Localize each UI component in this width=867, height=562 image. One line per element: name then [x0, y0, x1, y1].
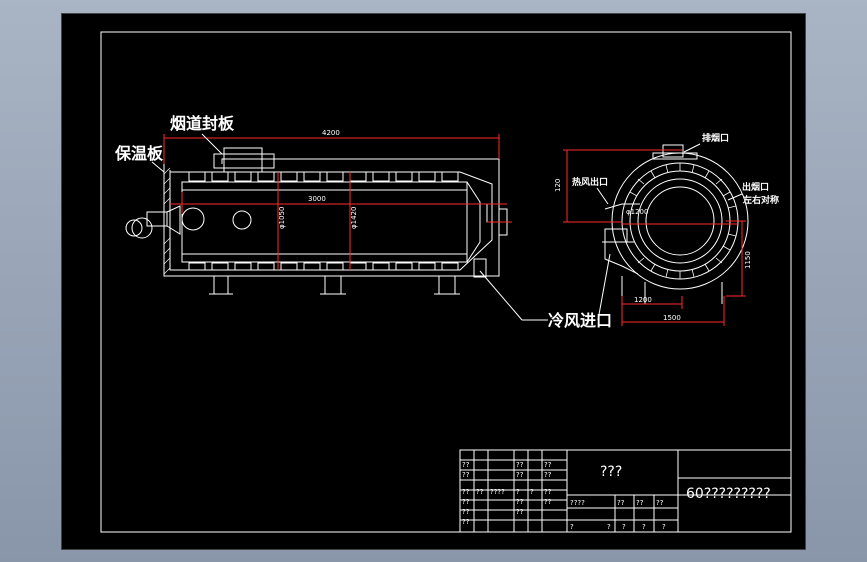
svg-text:??: ??: [516, 461, 524, 469]
svg-text:??: ??: [516, 498, 524, 506]
dim-4200: 4200: [322, 129, 340, 137]
label-flue-cover: 烟道封板: [170, 114, 235, 133]
svg-text:?: ?: [607, 523, 611, 531]
svg-text:?: ?: [622, 523, 626, 531]
svg-text:??: ??: [656, 499, 664, 507]
label-hot-air-outlet: 热风出口: [572, 176, 608, 188]
svg-text:??: ??: [544, 471, 552, 479]
svg-text:??: ??: [462, 508, 470, 516]
label-insulation: 保温板: [114, 144, 164, 163]
svg-text:??: ??: [462, 488, 470, 496]
svg-text:??: ??: [462, 471, 470, 479]
inner-frame: [100, 31, 792, 533]
svg-text:??: ??: [462, 498, 470, 506]
svg-text:?: ?: [516, 488, 520, 496]
svg-text:??: ??: [462, 518, 470, 526]
svg-text:????: ????: [570, 499, 585, 507]
label-symmetric: 左右对称: [742, 194, 779, 206]
title-block-drawing-title: ???: [600, 464, 622, 480]
dim-dia-1420: φ1420: [350, 207, 358, 229]
svg-text:??: ??: [544, 498, 552, 506]
cad-drawing: 4200 3000 φ1050 φ1420 烟道封板 保温板 冷风进口 120 …: [100, 31, 792, 533]
svg-text:??: ??: [516, 508, 524, 516]
title-block-drawing-number: 60?????????: [686, 486, 771, 502]
dim-dia-1050: φ1050: [278, 207, 286, 229]
dim-dia-1200: φ1200: [626, 208, 648, 216]
svg-text:??: ??: [617, 499, 625, 507]
dim-120: 120: [554, 179, 562, 192]
svg-text:??: ??: [544, 488, 552, 496]
svg-text:??: ??: [636, 499, 644, 507]
svg-text:?: ?: [570, 523, 574, 531]
svg-text:????: ????: [490, 488, 505, 496]
svg-text:??: ??: [516, 471, 524, 479]
svg-text:??: ??: [544, 461, 552, 469]
dim-1150: 1150: [744, 251, 752, 269]
svg-text:??: ??: [462, 461, 470, 469]
svg-text:?: ?: [662, 523, 666, 531]
label-smoke-outlet: 出烟口: [742, 181, 769, 193]
side-view: [125, 147, 508, 295]
dim-3000: 3000: [308, 195, 326, 203]
label-exhaust-outlet: 排烟口: [702, 132, 729, 144]
dim-1200: 1200: [634, 296, 652, 304]
svg-text:?: ?: [642, 523, 646, 531]
dim-1500: 1500: [663, 314, 681, 322]
svg-text:?: ?: [530, 488, 534, 496]
drawing-sheet: 4200 3000 φ1050 φ1420 烟道封板 保温板 冷风进口 120 …: [61, 13, 806, 550]
label-cold-air-inlet: 冷风进口: [548, 311, 612, 330]
svg-text:??: ??: [476, 488, 484, 496]
